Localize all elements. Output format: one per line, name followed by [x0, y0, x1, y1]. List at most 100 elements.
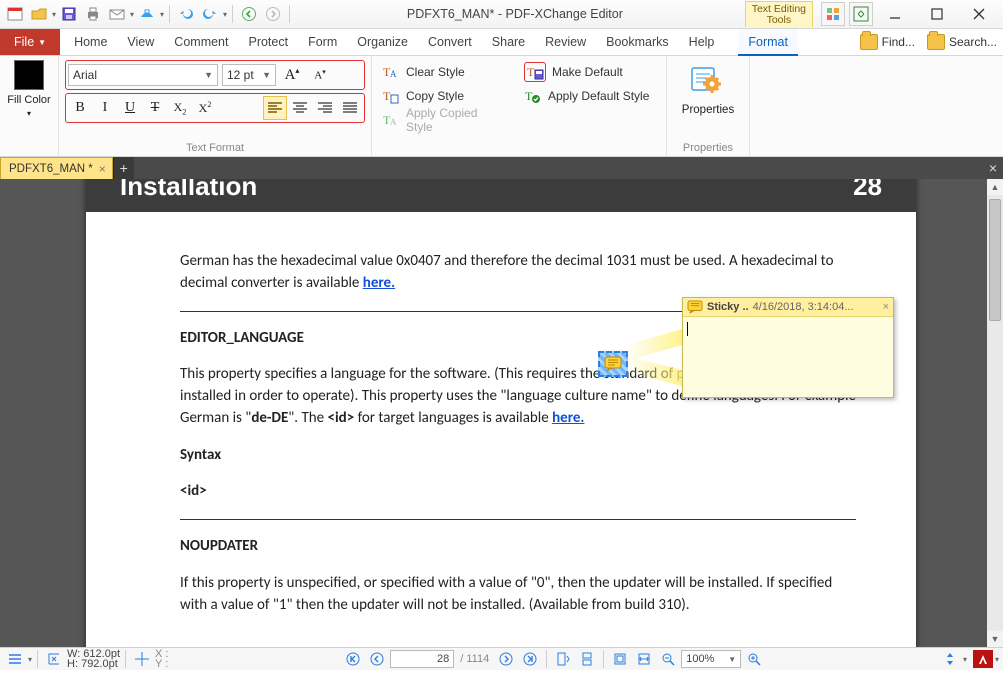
group-styles-b: T Make Default TApply Default Style	[514, 56, 667, 156]
align-center-icon[interactable]	[288, 96, 312, 120]
scan-icon[interactable]	[136, 3, 158, 25]
last-page-icon[interactable]	[519, 649, 541, 669]
popup-close-icon[interactable]: ×	[883, 301, 889, 313]
superscript-icon[interactable]: X2	[193, 96, 217, 120]
svg-text:T: T	[527, 65, 535, 79]
fill-color-swatch[interactable]	[14, 60, 44, 90]
close-all-tabs-icon[interactable]: ×	[983, 157, 1003, 179]
fit-width-icon[interactable]	[633, 649, 655, 669]
quick-access-toolbar: ▾ ▾ ▾ ▾ PDFXT6_MAN* - PDF-XChange Editor…	[0, 0, 1003, 29]
page-number-input[interactable]: 28	[390, 650, 454, 668]
find-button[interactable]: Find...	[854, 29, 921, 55]
properties-button[interactable]	[686, 60, 730, 104]
vertical-scrollbar[interactable]: ▲ ▼	[987, 179, 1003, 647]
group-label: Text Format	[65, 142, 365, 154]
italic-icon[interactable]: I	[93, 96, 117, 120]
new-tab-button[interactable]: +	[113, 157, 134, 179]
shrink-font-icon[interactable]: A▾	[308, 63, 332, 87]
document-viewport[interactable]: Installation28 German has the hexadecima…	[0, 179, 1003, 647]
redo-icon[interactable]	[199, 3, 221, 25]
app-icon[interactable]	[4, 3, 26, 25]
properties-label: Properties	[682, 104, 734, 116]
align-right-icon[interactable]	[313, 96, 337, 120]
page-header: Installation28	[86, 179, 916, 212]
group-styles-a: TAClear Style TCopy Style TAApply Copied…	[372, 56, 514, 156]
search-button[interactable]: Search...	[921, 29, 1003, 55]
page-total: / 1114	[460, 653, 489, 665]
save-icon[interactable]	[58, 3, 80, 25]
apply-default-style-button[interactable]: TApply Default Style	[520, 84, 660, 108]
scroll-up-icon[interactable]: ▲	[987, 179, 1003, 195]
first-page-icon[interactable]	[342, 649, 364, 669]
popup-date: 4/16/2018, 3:14:04...	[753, 301, 854, 313]
popup-title: Sticky ..	[707, 301, 749, 313]
bold-icon[interactable]: B	[68, 96, 92, 120]
fit-page-icon[interactable]	[609, 649, 631, 669]
tab-share[interactable]: Share	[482, 29, 535, 55]
fill-color-label[interactable]: Fill Color ▾	[6, 94, 52, 120]
options-icon[interactable]	[4, 649, 26, 669]
nav-back-icon[interactable]	[238, 3, 260, 25]
document-tab[interactable]: PDFXT6_MAN *×	[0, 157, 113, 179]
grow-font-icon[interactable]: A▴	[280, 63, 304, 87]
copy-style-button[interactable]: TCopy Style	[378, 84, 508, 108]
scroll-thumb[interactable]	[989, 199, 1001, 321]
launch-options-icon[interactable]	[821, 2, 845, 26]
font-size-combo[interactable]: 12 pt▼	[222, 64, 276, 86]
pdf-page: Installation28 German has the hexadecima…	[86, 179, 916, 647]
undo-icon[interactable]	[175, 3, 197, 25]
window-maximize-button[interactable]	[917, 3, 957, 25]
folder-icon	[860, 34, 878, 50]
svg-text:T: T	[525, 89, 533, 103]
tab-convert[interactable]: Convert	[418, 29, 482, 55]
tab-comment[interactable]: Comment	[164, 29, 238, 55]
svg-text:A: A	[390, 69, 397, 79]
tab-help[interactable]: Help	[679, 29, 725, 55]
print-icon[interactable]	[82, 3, 104, 25]
window-title: PDFXT6_MAN* - PDF-XChange Editor	[295, 7, 735, 21]
tab-protect[interactable]: Protect	[238, 29, 298, 55]
link-here-1[interactable]: here.	[363, 274, 395, 292]
tab-format[interactable]: Format	[738, 29, 798, 56]
make-default-button[interactable]: T Make Default	[520, 60, 660, 84]
tab-bookmarks[interactable]: Bookmarks	[596, 29, 679, 55]
svg-text:T: T	[383, 89, 391, 103]
adobe-icon[interactable]	[973, 650, 993, 668]
sticky-note-popup[interactable]: Sticky .. 4/16/2018, 3:14:04... ×	[682, 297, 894, 398]
mail-icon[interactable]	[106, 3, 128, 25]
svg-text:A: A	[390, 117, 397, 127]
page-size-icon[interactable]	[43, 649, 65, 669]
window-close-button[interactable]	[959, 3, 999, 25]
next-page-icon[interactable]	[495, 649, 517, 669]
tab-review[interactable]: Review	[535, 29, 596, 55]
zoom-out-icon[interactable]	[657, 649, 679, 669]
zoom-input[interactable]: 100%▼	[681, 650, 741, 668]
zoom-in-icon[interactable]	[743, 649, 765, 669]
window-minimize-button[interactable]	[875, 3, 915, 25]
document-tab-bar: PDFXT6_MAN *× + ×	[0, 157, 1003, 179]
layout-continuous-icon[interactable]	[576, 649, 598, 669]
font-name-combo[interactable]: Arial▼	[68, 64, 218, 86]
dde-icon[interactable]	[939, 649, 961, 669]
prev-page-icon[interactable]	[366, 649, 388, 669]
underline-icon[interactable]: U	[118, 96, 142, 120]
tab-home[interactable]: Home	[64, 29, 117, 55]
tab-form[interactable]: Form	[298, 29, 347, 55]
open-icon[interactable]	[28, 3, 50, 25]
nav-fwd-icon[interactable]	[262, 3, 284, 25]
strike-icon[interactable]: T	[143, 96, 167, 120]
scroll-down-icon[interactable]: ▼	[987, 631, 1003, 647]
tab-view[interactable]: View	[117, 29, 164, 55]
ui-options-icon[interactable]	[849, 2, 873, 26]
layout-single-icon[interactable]	[552, 649, 574, 669]
align-justify-icon[interactable]	[338, 96, 362, 120]
clear-style-button[interactable]: TAClear Style	[378, 60, 508, 84]
link-here-2[interactable]: here.	[552, 409, 584, 427]
subscript-icon[interactable]: X2	[168, 96, 192, 120]
popup-textarea[interactable]	[683, 317, 893, 397]
align-left-icon[interactable]	[263, 96, 287, 120]
tab-organize[interactable]: Organize	[347, 29, 418, 55]
close-tab-icon[interactable]: ×	[99, 162, 106, 176]
file-tab[interactable]: File▼	[0, 29, 60, 55]
cursor-pos-icon[interactable]	[131, 649, 153, 669]
